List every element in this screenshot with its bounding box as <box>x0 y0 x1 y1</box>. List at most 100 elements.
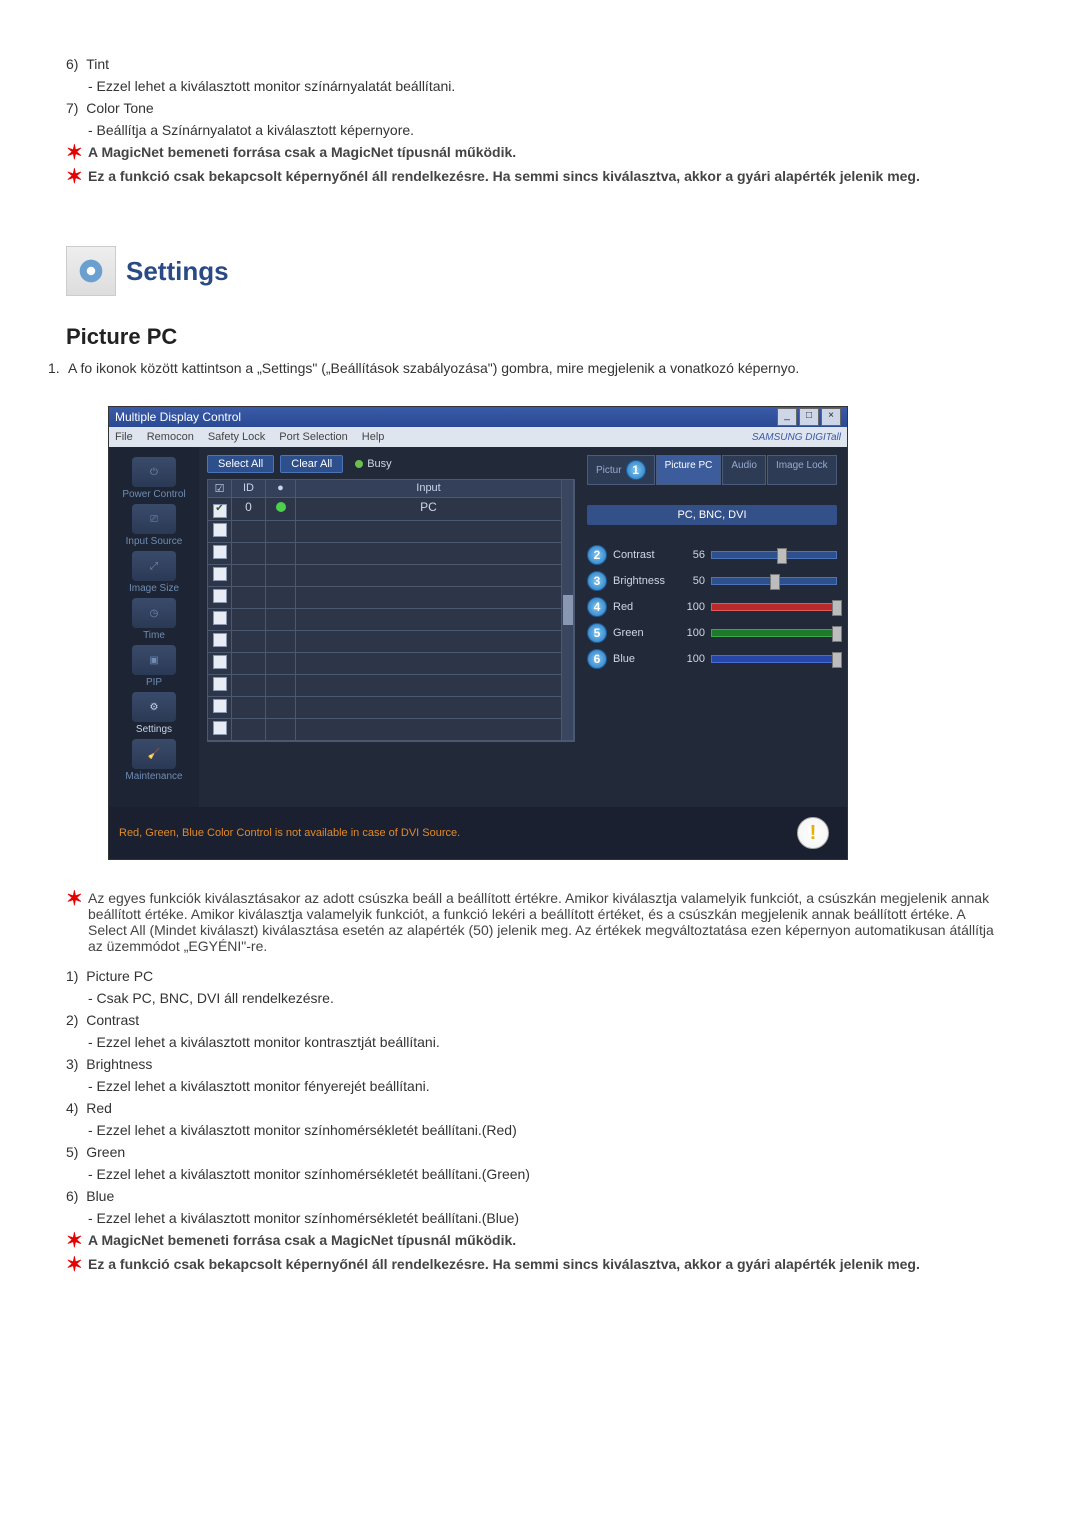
sidebar-item-pip[interactable]: ▣PIP <box>114 645 194 688</box>
row-empty[interactable] <box>208 565 232 587</box>
slider-row-red: 4 Red 100 <box>587 597 837 617</box>
callout-badge-4: 4 <box>587 597 607 617</box>
maximize-button[interactable]: □ <box>799 408 819 426</box>
row-led <box>266 498 296 521</box>
row-empty[interactable] <box>208 631 232 653</box>
slider-row-brightness: 3Brightness50 <box>587 571 837 591</box>
item-title: Picture PC <box>86 968 153 984</box>
sidebar-item-input[interactable]: ⎚Input Source <box>114 504 194 547</box>
item-number: 2) <box>66 1012 78 1028</box>
star-note: Ez a funkció csak bekapcsolt képernyőnél… <box>88 168 1000 186</box>
item-title: Tint <box>86 56 109 72</box>
row-empty[interactable] <box>208 719 232 741</box>
slider-value: 50 <box>679 575 705 587</box>
star-note: Ez a funkció csak bekapcsolt képernyőnél… <box>88 1256 1000 1274</box>
menu-file[interactable]: File <box>115 431 133 443</box>
slider-track[interactable] <box>711 551 837 559</box>
star-icon: ✶ <box>66 144 88 162</box>
minimize-button[interactable]: _ <box>777 408 797 426</box>
sidebar-item-power[interactable]: ⏻Power Control <box>114 457 194 500</box>
row-empty[interactable] <box>208 675 232 697</box>
menu-remocon[interactable]: Remocon <box>147 431 194 443</box>
item-desc: - Ezzel lehet a kiválasztott monitor szí… <box>88 1210 1000 1226</box>
sidebar-item-label: Image Size <box>129 583 179 594</box>
window-title: Multiple Display Control <box>115 410 241 424</box>
callout-badge-6: 6 <box>587 649 607 669</box>
row-empty[interactable] <box>208 697 232 719</box>
brand-label: SAMSUNG DIGITall <box>752 432 841 443</box>
slider-track[interactable] <box>711 629 837 637</box>
item-desc: - Ezzel lehet a kiválasztott monitor fén… <box>88 1078 1000 1094</box>
select-all-button[interactable]: Select All <box>207 455 274 473</box>
item-desc: - Ezzel lehet a kiválasztott monitor szí… <box>88 1122 1000 1138</box>
slider-row-green: 5Green100 <box>587 623 837 643</box>
slider-label: Red <box>613 601 673 613</box>
star-icon: ✶ <box>66 890 88 954</box>
item-number: 6) <box>66 1188 78 1204</box>
sidebar-item-maintenance[interactable]: 🧹Maintenance <box>114 739 194 782</box>
sidebar-item-settings[interactable]: ⚙Settings <box>114 692 194 735</box>
callout-badge-3: 3 <box>587 571 607 591</box>
menu-help[interactable]: Help <box>362 431 385 443</box>
item-desc: - Csak PC, BNC, DVI áll rendelkezésre. <box>88 990 1000 1006</box>
item-title: Green <box>86 1144 125 1160</box>
tab-audio[interactable]: Audio <box>722 455 766 485</box>
slider-value: 56 <box>679 549 705 561</box>
row-empty[interactable] <box>208 521 232 543</box>
tab-picture-pc[interactable]: Picture PC <box>656 455 722 485</box>
sidebar-item-label: PIP <box>146 677 162 688</box>
scrollbar[interactable] <box>562 480 574 741</box>
sidebar-item-time[interactable]: ◷Time <box>114 598 194 641</box>
slider-row-blue: 6Blue100 <box>587 649 837 669</box>
item-desc: - Ezzel lehet a kiválasztott monitor szí… <box>88 1166 1000 1182</box>
item-desc: - Ezzel lehet a kiválasztott monitor kon… <box>88 1034 1000 1050</box>
sidebar-item-label: Settings <box>136 724 172 735</box>
tab-picture[interactable]: Pictur 1 <box>587 455 655 485</box>
star-icon: ✶ <box>66 168 88 186</box>
item-number: 4) <box>66 1100 78 1116</box>
star-note: A MagicNet bemeneti forrása csak a Magic… <box>88 1232 1000 1250</box>
callout-badge-1: 1 <box>626 460 646 480</box>
menu-safety-lock[interactable]: Safety Lock <box>208 431 265 443</box>
slider-label: Contrast <box>613 549 673 561</box>
sidebar-item-label: Input Source <box>126 536 183 547</box>
settings-section-icon <box>66 246 116 296</box>
col-input: Input <box>296 480 562 498</box>
star-paragraph: Az egyes funkciók kiválasztásakor az ado… <box>88 890 1000 954</box>
slider-track[interactable] <box>711 655 837 663</box>
item-title: Contrast <box>86 1012 139 1028</box>
section-title: Settings <box>126 256 229 287</box>
row-empty[interactable] <box>208 609 232 631</box>
row-empty[interactable] <box>208 587 232 609</box>
item-number: 7) <box>66 100 78 116</box>
row-id: 0 <box>232 498 266 521</box>
busy-label: Busy <box>367 458 391 470</box>
warning-icon: ! <box>797 817 829 849</box>
ol-number: 1. <box>48 360 68 376</box>
slider-value: 100 <box>679 653 705 665</box>
star-note: A MagicNet bemeneti forrása csak a Magic… <box>88 144 1000 162</box>
sidebar: ⏻Power Control ⎚Input Source ⤢Image Size… <box>109 447 199 807</box>
close-button[interactable]: × <box>821 408 841 426</box>
col-id: ID <box>232 480 266 498</box>
slider-value: 100 <box>679 627 705 639</box>
sidebar-item-image-size[interactable]: ⤢Image Size <box>114 551 194 594</box>
tab-image-lock[interactable]: Image Lock <box>767 455 837 485</box>
menu-port-selection[interactable]: Port Selection <box>279 431 347 443</box>
sidebar-item-label: Time <box>143 630 165 641</box>
row-empty[interactable] <box>208 653 232 675</box>
row-check[interactable] <box>208 498 232 521</box>
slider-track[interactable] <box>711 577 837 585</box>
app-screenshot: Multiple Display Control _ □ × File Remo… <box>108 406 848 860</box>
clear-all-button[interactable]: Clear All <box>280 455 343 473</box>
row-empty[interactable] <box>208 543 232 565</box>
col-check: ☑ <box>208 480 232 498</box>
slider-value: 100 <box>679 601 705 613</box>
sidebar-item-label: Power Control <box>122 489 185 500</box>
tab-label: Pictur <box>596 465 622 476</box>
sidebar-item-label: Maintenance <box>125 771 182 782</box>
item-number: 6) <box>66 56 78 72</box>
busy-indicator-icon <box>355 460 363 468</box>
slider-track[interactable] <box>711 603 837 611</box>
footer-warning-text: Red, Green, Blue Color Control is not av… <box>119 827 460 839</box>
